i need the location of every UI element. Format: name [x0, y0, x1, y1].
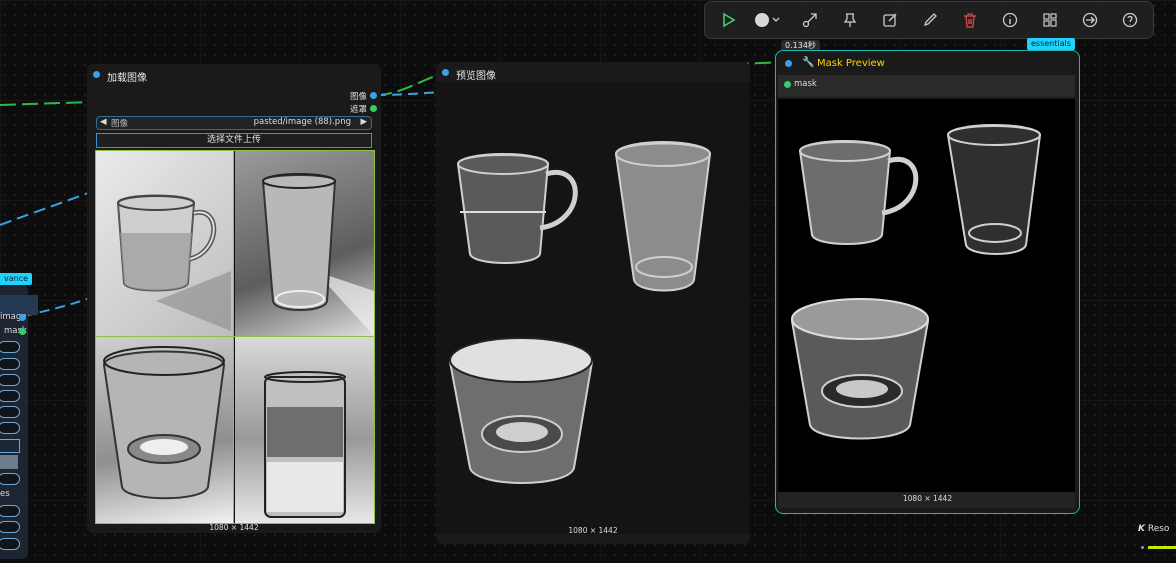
pencil-icon[interactable]	[919, 9, 941, 31]
left-widget-7[interactable]	[0, 439, 20, 453]
output-mask-label: 遮罩	[349, 105, 367, 115]
mask-dimensions: 1080 × 1442	[902, 494, 953, 503]
info-icon[interactable]	[999, 9, 1021, 31]
left-image-dot[interactable]	[19, 314, 26, 321]
arrow-left-icon[interactable]: ◀	[100, 117, 107, 127]
left-widget-1[interactable]	[0, 341, 20, 353]
load-image-node[interactable]: 加载图像 图像 遮罩 ◀ 图像 pasted/image (88).png ▶ …	[87, 64, 381, 533]
left-partial-node: image mask es	[0, 285, 38, 559]
resource-dot	[1141, 546, 1144, 549]
image-combo-label: 图像	[111, 119, 129, 129]
image-grid	[95, 150, 375, 524]
preview-dimensions: 1080 × 1442	[568, 526, 618, 535]
image-cell	[96, 337, 234, 523]
preview-image-title: 预览图像	[456, 71, 496, 82]
preview-image	[448, 141, 712, 484]
output-image-dot[interactable]	[370, 92, 377, 99]
left-widget-6[interactable]	[0, 422, 20, 434]
image-cell	[235, 337, 374, 523]
left-widget-10[interactable]	[0, 521, 20, 533]
image-cell	[235, 151, 374, 336]
mask-image	[790, 124, 1042, 440]
arrow-right-circle-icon[interactable]	[1079, 9, 1101, 31]
left-widget-8[interactable]	[0, 455, 18, 469]
input-mask-dot[interactable]	[784, 81, 791, 88]
left-widget-2[interactable]	[0, 358, 20, 370]
mask-preview-node[interactable]: 🔧 Mask Preview mask 1080 × 1442	[775, 50, 1080, 514]
wrench-icon: 🔧	[802, 57, 815, 68]
upload-button[interactable]: 选择文件上传	[96, 133, 372, 148]
left-mask-dot[interactable]	[19, 328, 26, 335]
color-picker-icon[interactable]	[753, 9, 783, 31]
mask-input-row: mask	[778, 75, 1075, 97]
image-combo-value: pasted/image (88).png	[253, 117, 351, 127]
grid-divider	[96, 336, 374, 337]
input-mask-label: mask	[794, 79, 817, 89]
grid-divider	[233, 151, 234, 523]
image-dimensions: 1080 × 1442	[209, 523, 259, 532]
output-mask-dot[interactable]	[370, 105, 377, 112]
k-icon: 𝙆	[1138, 524, 1145, 534]
bypass-icon[interactable]	[799, 9, 821, 31]
node-status-dot	[442, 69, 449, 76]
arrow-right-icon[interactable]: ▶	[360, 117, 367, 127]
trash-icon[interactable]	[959, 9, 981, 31]
resources-text: Reso	[1147, 524, 1170, 534]
preview-image-node[interactable]: 预览图像 图像 1080 × 1442	[436, 62, 750, 544]
load-image-title: 加载图像	[107, 73, 147, 84]
mask-canvas	[778, 99, 1075, 493]
resources-label: 𝙆 Reso	[1138, 524, 1169, 534]
image-combo-widget[interactable]: ◀ 图像 pasted/image (88).png ▶	[96, 116, 372, 130]
preview-canvas	[436, 82, 750, 534]
node-status-dot	[93, 71, 100, 78]
output-image-label: 图像	[349, 92, 367, 102]
left-widget-11[interactable]	[0, 538, 20, 550]
help-icon[interactable]	[1119, 9, 1141, 31]
resource-meter	[1148, 546, 1176, 549]
essentials-badge: essentials	[1027, 38, 1075, 50]
left-widget-5[interactable]	[0, 406, 20, 418]
left-widget-9[interactable]	[0, 505, 20, 517]
left-node-badge: vance	[0, 273, 33, 285]
image-cell	[96, 151, 234, 336]
play-icon[interactable]	[717, 9, 739, 31]
edit-icon[interactable]	[879, 9, 901, 31]
node-status-dot	[785, 60, 792, 67]
left-option-text: es	[0, 489, 10, 499]
mask-preview-title: Mask Preview	[817, 58, 885, 69]
left-widget-3[interactable]	[0, 374, 20, 386]
pin-icon[interactable]	[839, 9, 861, 31]
left-widget-4[interactable]	[0, 390, 20, 402]
left-toggle[interactable]	[0, 473, 20, 485]
layout-icon[interactable]	[1039, 9, 1061, 31]
floating-toolbar	[704, 1, 1154, 39]
